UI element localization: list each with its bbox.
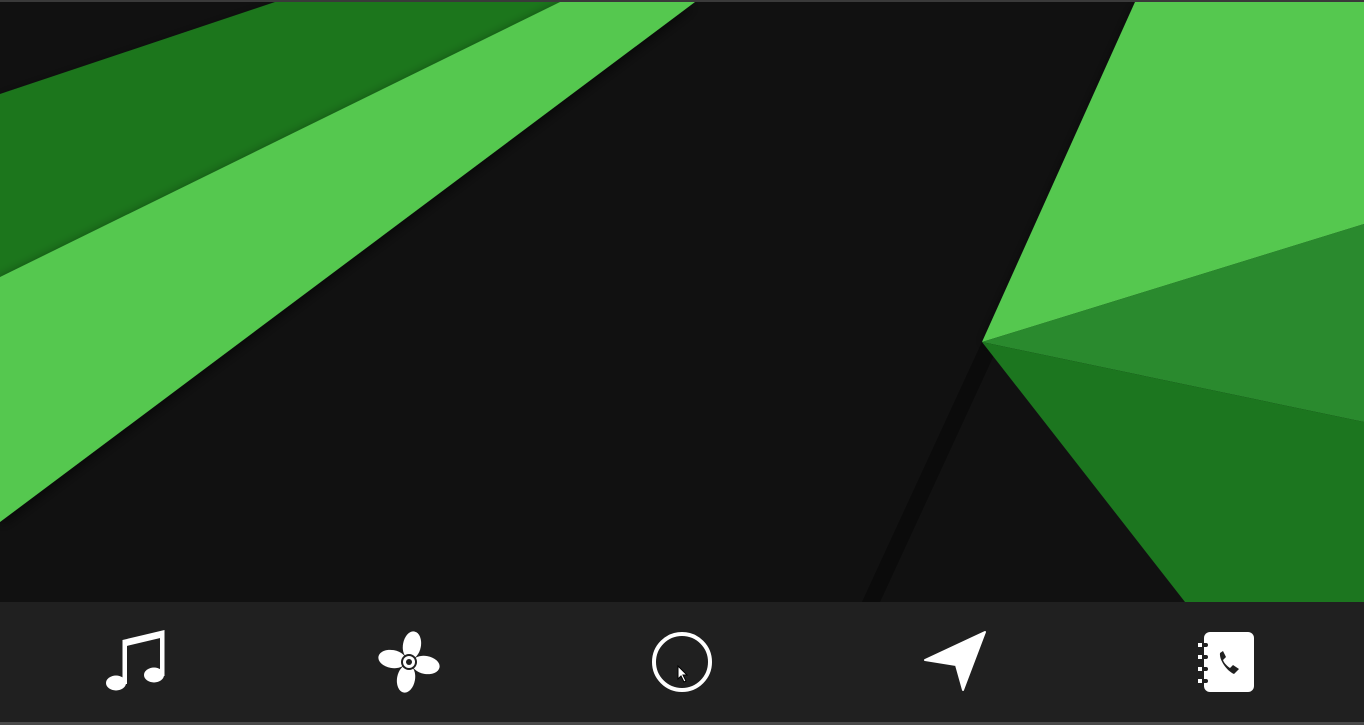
climate-fan-button[interactable] <box>369 622 449 702</box>
phone-book-icon <box>1196 630 1260 694</box>
music-button[interactable] <box>96 622 176 702</box>
wallpaper-graphic <box>0 2 1364 602</box>
home-circle-icon <box>650 630 714 694</box>
bottom-dock <box>0 602 1364 722</box>
music-note-icon <box>104 630 168 694</box>
phone-contacts-button[interactable] <box>1188 622 1268 702</box>
home-button[interactable] <box>642 622 722 702</box>
navigation-arrow-icon <box>923 630 987 694</box>
wallpaper <box>0 2 1364 602</box>
fan-icon <box>377 630 441 694</box>
navigation-button[interactable] <box>915 622 995 702</box>
